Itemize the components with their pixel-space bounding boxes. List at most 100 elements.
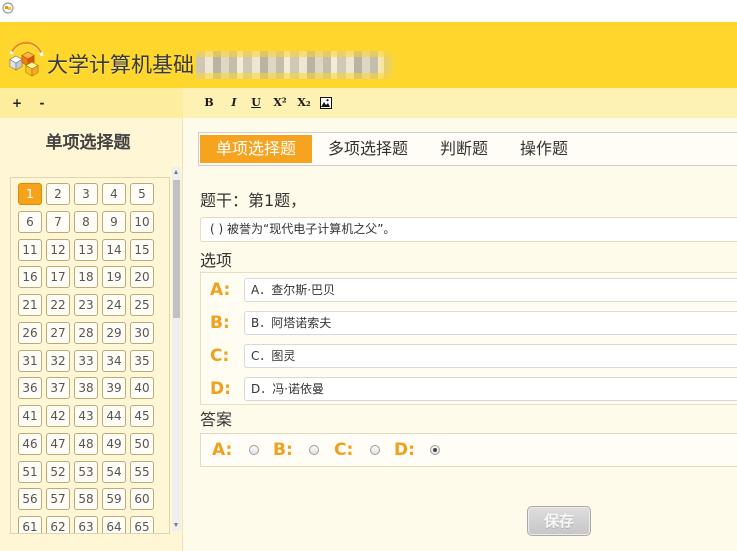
question-sidebar: 单项选择题 1 2 3 4 5 6 7 8 9 10 11 12 13 14 15 16 17 18 19 20 21 2… <box>0 118 183 551</box>
answer-radio-c[interactable] <box>370 445 380 455</box>
question-button-29[interactable]: 29 <box>102 321 126 344</box>
subscript-button[interactable]: X₂ <box>296 95 312 111</box>
question-button-26[interactable]: 26 <box>18 321 42 344</box>
bold-button[interactable]: B <box>202 95 216 111</box>
question-button-42[interactable]: 42 <box>46 405 70 427</box>
question-button-61[interactable]: 61 <box>18 516 42 533</box>
question-button-30[interactable]: 30 <box>130 321 154 344</box>
question-button-44[interactable]: 44 <box>102 405 126 427</box>
question-button-11[interactable]: 11 <box>18 238 42 261</box>
question-button-54[interactable]: 54 <box>102 460 126 483</box>
question-button-50[interactable]: 50 <box>130 432 154 455</box>
answer-radio-a[interactable] <box>249 445 259 455</box>
question-button-5[interactable]: 5 <box>130 183 154 205</box>
logo-cubes-icon <box>9 41 44 77</box>
question-button-37[interactable]: 37 <box>46 377 70 400</box>
question-button-24[interactable]: 24 <box>102 294 126 316</box>
question-button-20[interactable]: 20 <box>130 266 154 289</box>
zoom-out-button[interactable]: - <box>37 95 47 111</box>
question-button-8[interactable]: 8 <box>74 210 98 233</box>
underline-button[interactable]: U <box>249 95 263 111</box>
zoom-in-button[interactable]: + <box>12 95 22 111</box>
question-button-52[interactable]: 52 <box>46 460 70 483</box>
question-button-53[interactable]: 53 <box>74 460 98 483</box>
question-button-51[interactable]: 51 <box>18 460 42 483</box>
question-button-19[interactable]: 19 <box>102 266 126 289</box>
question-button-39[interactable]: 39 <box>102 377 126 400</box>
tab-single-choice[interactable]: 单项选择题 <box>200 135 313 163</box>
question-button-9[interactable]: 9 <box>102 210 126 233</box>
question-button-38[interactable]: 38 <box>74 377 98 400</box>
question-button-35[interactable]: 35 <box>130 349 154 372</box>
question-button-12[interactable]: 12 <box>46 238 70 261</box>
question-button-45[interactable]: 45 <box>130 405 154 427</box>
answer-letter-b: B: <box>273 440 293 460</box>
answer-radio-b[interactable] <box>309 445 319 455</box>
question-button-1[interactable]: 1 <box>18 183 42 205</box>
question-button-25[interactable]: 25 <box>130 294 154 316</box>
question-button-34[interactable]: 34 <box>102 349 126 372</box>
save-button[interactable]: 保存 <box>527 506 591 536</box>
option-b-field[interactable]: B．阿塔诺索夫 <box>244 311 737 335</box>
option-d-field[interactable]: D．冯·诺依曼 <box>244 377 737 401</box>
question-button-49[interactable]: 49 <box>102 432 126 455</box>
question-button-10[interactable]: 10 <box>130 210 154 233</box>
question-button-43[interactable]: 43 <box>74 405 98 427</box>
question-button-57[interactable]: 57 <box>46 488 70 511</box>
option-c-field[interactable]: C．图灵 <box>244 344 737 368</box>
italic-button[interactable]: I <box>227 95 241 111</box>
question-button-63[interactable]: 63 <box>74 516 98 533</box>
question-button-16[interactable]: 16 <box>18 266 42 289</box>
question-button-17[interactable]: 17 <box>46 266 70 289</box>
question-button-62[interactable]: 62 <box>46 516 70 533</box>
question-button-55[interactable]: 55 <box>130 460 154 483</box>
question-button-2[interactable]: 2 <box>46 183 70 205</box>
question-button-58[interactable]: 58 <box>74 488 98 511</box>
question-button-47[interactable]: 47 <box>46 432 70 455</box>
question-button-22[interactable]: 22 <box>46 294 70 316</box>
tab-true-false[interactable]: 判断题 <box>424 135 504 163</box>
question-button-36[interactable]: 36 <box>18 377 42 400</box>
question-button-65[interactable]: 65 <box>130 516 154 533</box>
question-button-33[interactable]: 33 <box>74 349 98 372</box>
scroll-down-arrow-icon[interactable] <box>174 523 178 527</box>
question-button-59[interactable]: 59 <box>102 488 126 511</box>
question-button-21[interactable]: 21 <box>18 294 42 316</box>
question-button-56[interactable]: 56 <box>18 488 42 511</box>
superscript-button[interactable]: X² <box>272 95 288 111</box>
question-button-18[interactable]: 18 <box>74 266 98 289</box>
question-button-32[interactable]: 32 <box>46 349 70 372</box>
option-letter-a: A: <box>210 280 231 300</box>
app-title: 大学计算机基础 <box>47 53 194 77</box>
tab-multiple-choice[interactable]: 多项选择题 <box>312 135 424 163</box>
question-button-27[interactable]: 27 <box>46 321 70 344</box>
answer-radio-d[interactable] <box>430 445 440 455</box>
tab-operation[interactable]: 操作题 <box>504 135 584 163</box>
question-button-31[interactable]: 31 <box>18 349 42 372</box>
scroll-up-arrow-icon[interactable] <box>174 170 178 174</box>
question-button-4[interactable]: 4 <box>102 183 126 205</box>
stem-text-field[interactable]: ( ) 被誉为“现代电子计算机之父”。 <box>200 217 737 242</box>
question-button-41[interactable]: 41 <box>18 405 42 427</box>
question-button-40[interactable]: 40 <box>130 377 154 400</box>
scrollbar-thumb[interactable] <box>173 180 180 318</box>
question-button-46[interactable]: 46 <box>18 432 42 455</box>
question-button-28[interactable]: 28 <box>74 321 98 344</box>
sidebar-scrollbar[interactable] <box>172 167 181 531</box>
image-icon[interactable] <box>320 97 332 109</box>
format-toolbar: B I U X² X₂ <box>183 88 737 118</box>
option-letter-d: D: <box>210 379 231 399</box>
option-a-field[interactable]: A．查尔斯·巴贝 <box>244 278 737 302</box>
question-button-3[interactable]: 3 <box>74 183 98 205</box>
question-button-60[interactable]: 60 <box>130 488 154 511</box>
question-button-14[interactable]: 14 <box>102 238 126 261</box>
question-button-48[interactable]: 48 <box>74 432 98 455</box>
question-button-23[interactable]: 23 <box>74 294 98 316</box>
options-panel: A: A．查尔斯·巴贝 B: B．阿塔诺索夫 C: C．图灵 D: D．冯·诺依… <box>200 272 737 405</box>
question-button-64[interactable]: 64 <box>102 516 126 533</box>
question-button-15[interactable]: 15 <box>130 238 154 261</box>
question-button-13[interactable]: 13 <box>74 238 98 261</box>
question-button-7[interactable]: 7 <box>46 210 70 233</box>
question-type-tabs: 单项选择题 多项选择题 判断题 操作题 <box>198 132 737 166</box>
question-button-6[interactable]: 6 <box>18 210 42 233</box>
